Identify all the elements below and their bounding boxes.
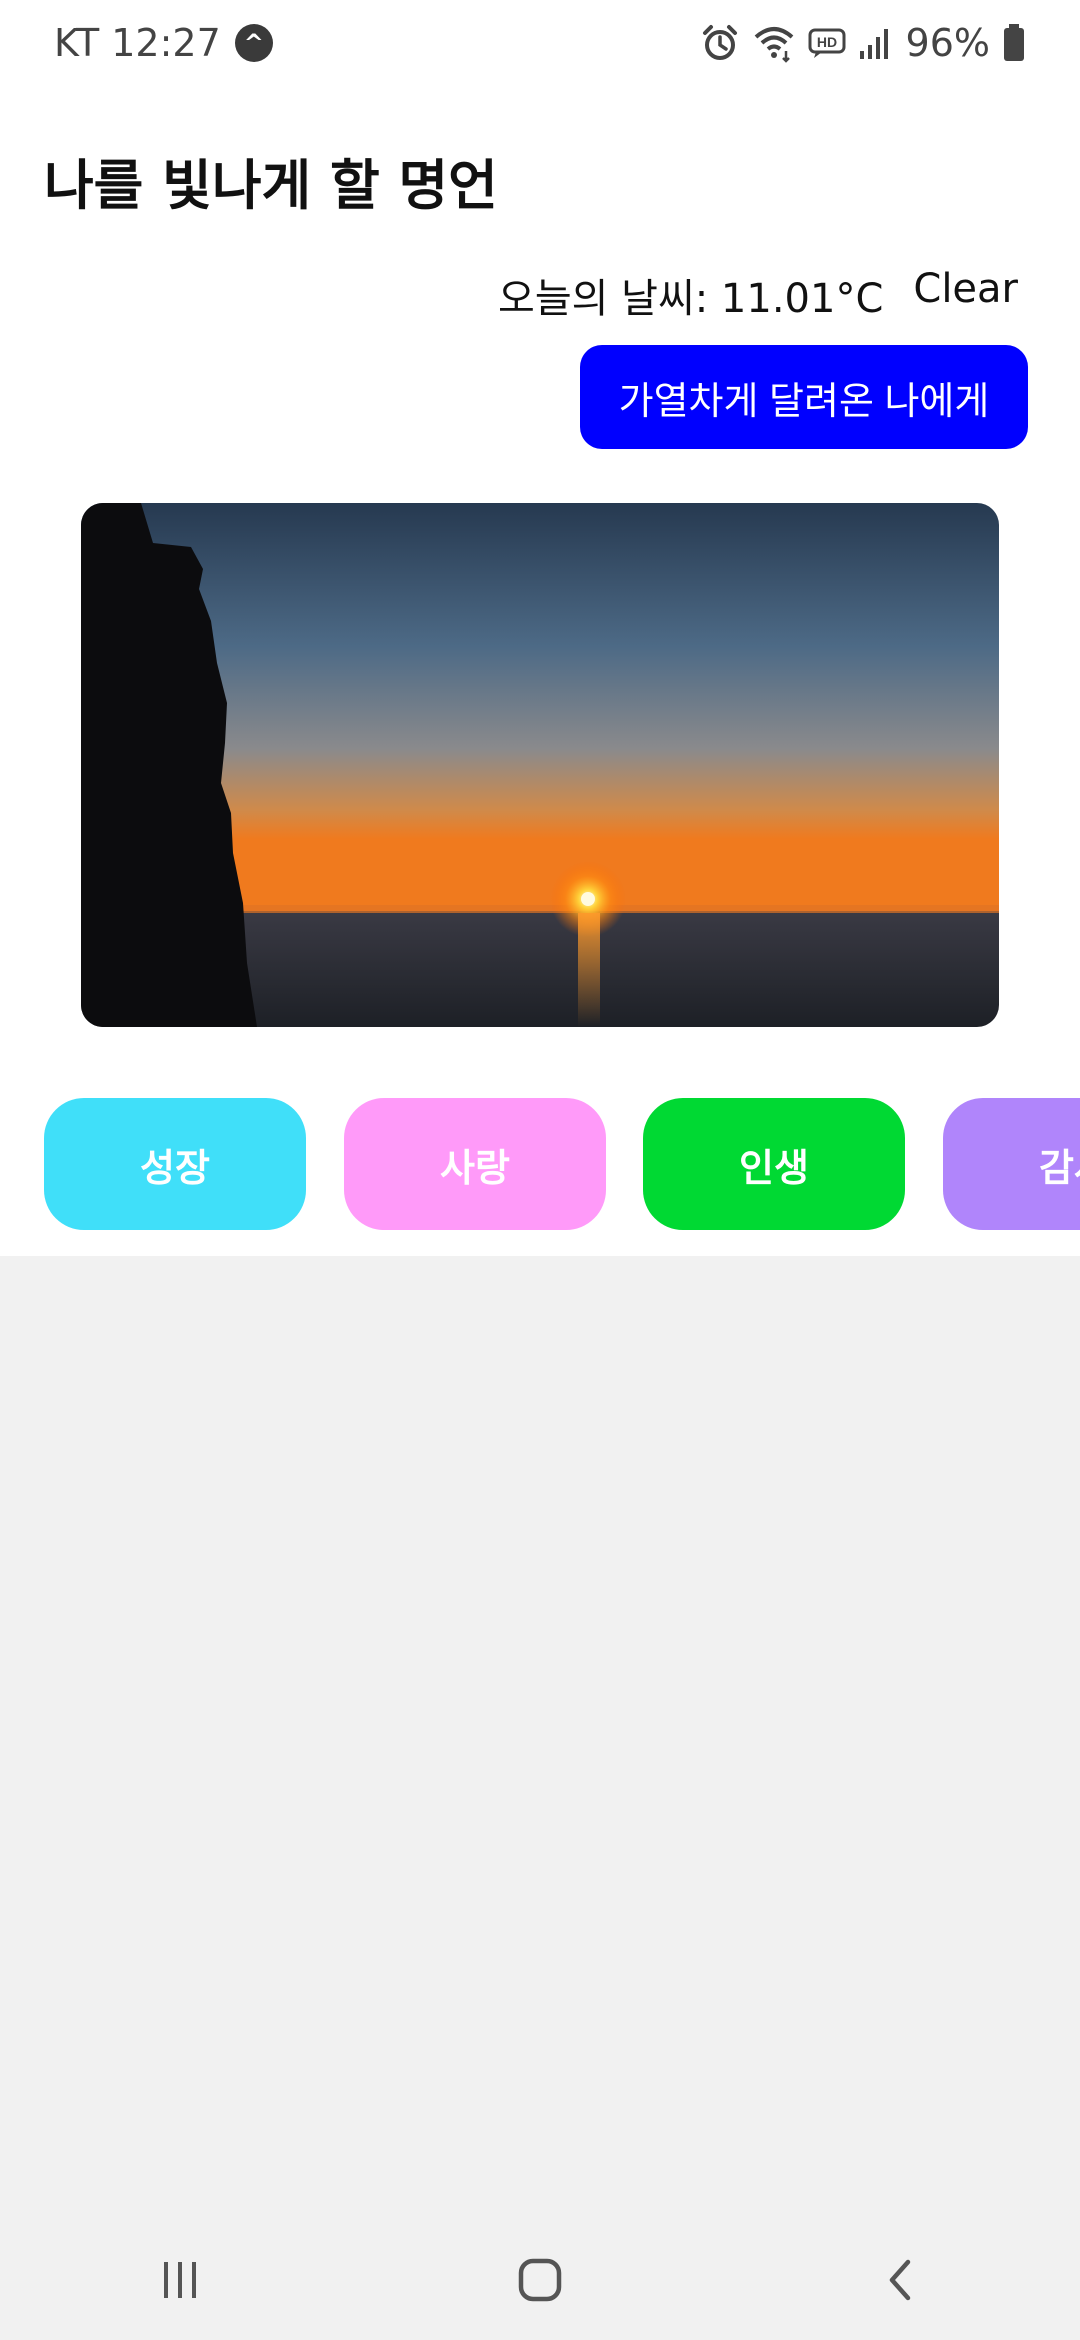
page-title: 나를 빛나게 할 명언 [44, 154, 498, 217]
content-area: 나를 빛나게 할 명언 오늘의 날씨: 11.01°C Clear 가열차게 달… [0, 86, 1080, 1256]
category-growth-button[interactable]: 성장 [44, 1098, 306, 1230]
notification-icon: ^ [234, 24, 273, 62]
category-gratitude-button[interactable]: 감사 [943, 1098, 1080, 1230]
weather-condition: Clear [913, 266, 1018, 312]
category-life-button[interactable]: 인생 [643, 1098, 905, 1230]
hd-voice-icon: HD [808, 26, 846, 60]
navigation-bar [0, 2220, 1080, 2340]
svg-text:HD: HD [816, 34, 836, 50]
battery-percent: 96% [905, 21, 990, 65]
status-bar: KT 12:27 ^ HD 96% [0, 0, 1080, 86]
status-left: KT 12:27 ^ [54, 21, 273, 65]
signal-icon [858, 25, 890, 61]
battery-icon [1002, 23, 1026, 63]
home-icon[interactable] [480, 2235, 600, 2325]
category-love-button[interactable]: 사랑 [344, 1098, 606, 1230]
weather-temperature: 오늘의 날씨: 11.01°C [498, 276, 884, 322]
message-to-me-button[interactable]: 가열차게 달려온 나에게 [580, 345, 1028, 449]
back-icon[interactable] [840, 2235, 960, 2325]
category-row: 성장 사랑 인생 감사 [0, 1098, 1080, 1232]
sunset-image [81, 503, 999, 1027]
status-right: HD 96% [700, 21, 1026, 65]
wifi-icon [752, 23, 796, 63]
recent-apps-icon[interactable] [120, 2235, 240, 2325]
alarm-icon [700, 23, 740, 63]
weather-info: 오늘의 날씨: 11.01°C Clear [498, 266, 1018, 324]
carrier-time: KT 12:27 [54, 21, 221, 65]
app-screen: KT 12:27 ^ HD 96% 나를 빛나게 할 명언 오늘의 날씨: 11… [0, 0, 1080, 2340]
